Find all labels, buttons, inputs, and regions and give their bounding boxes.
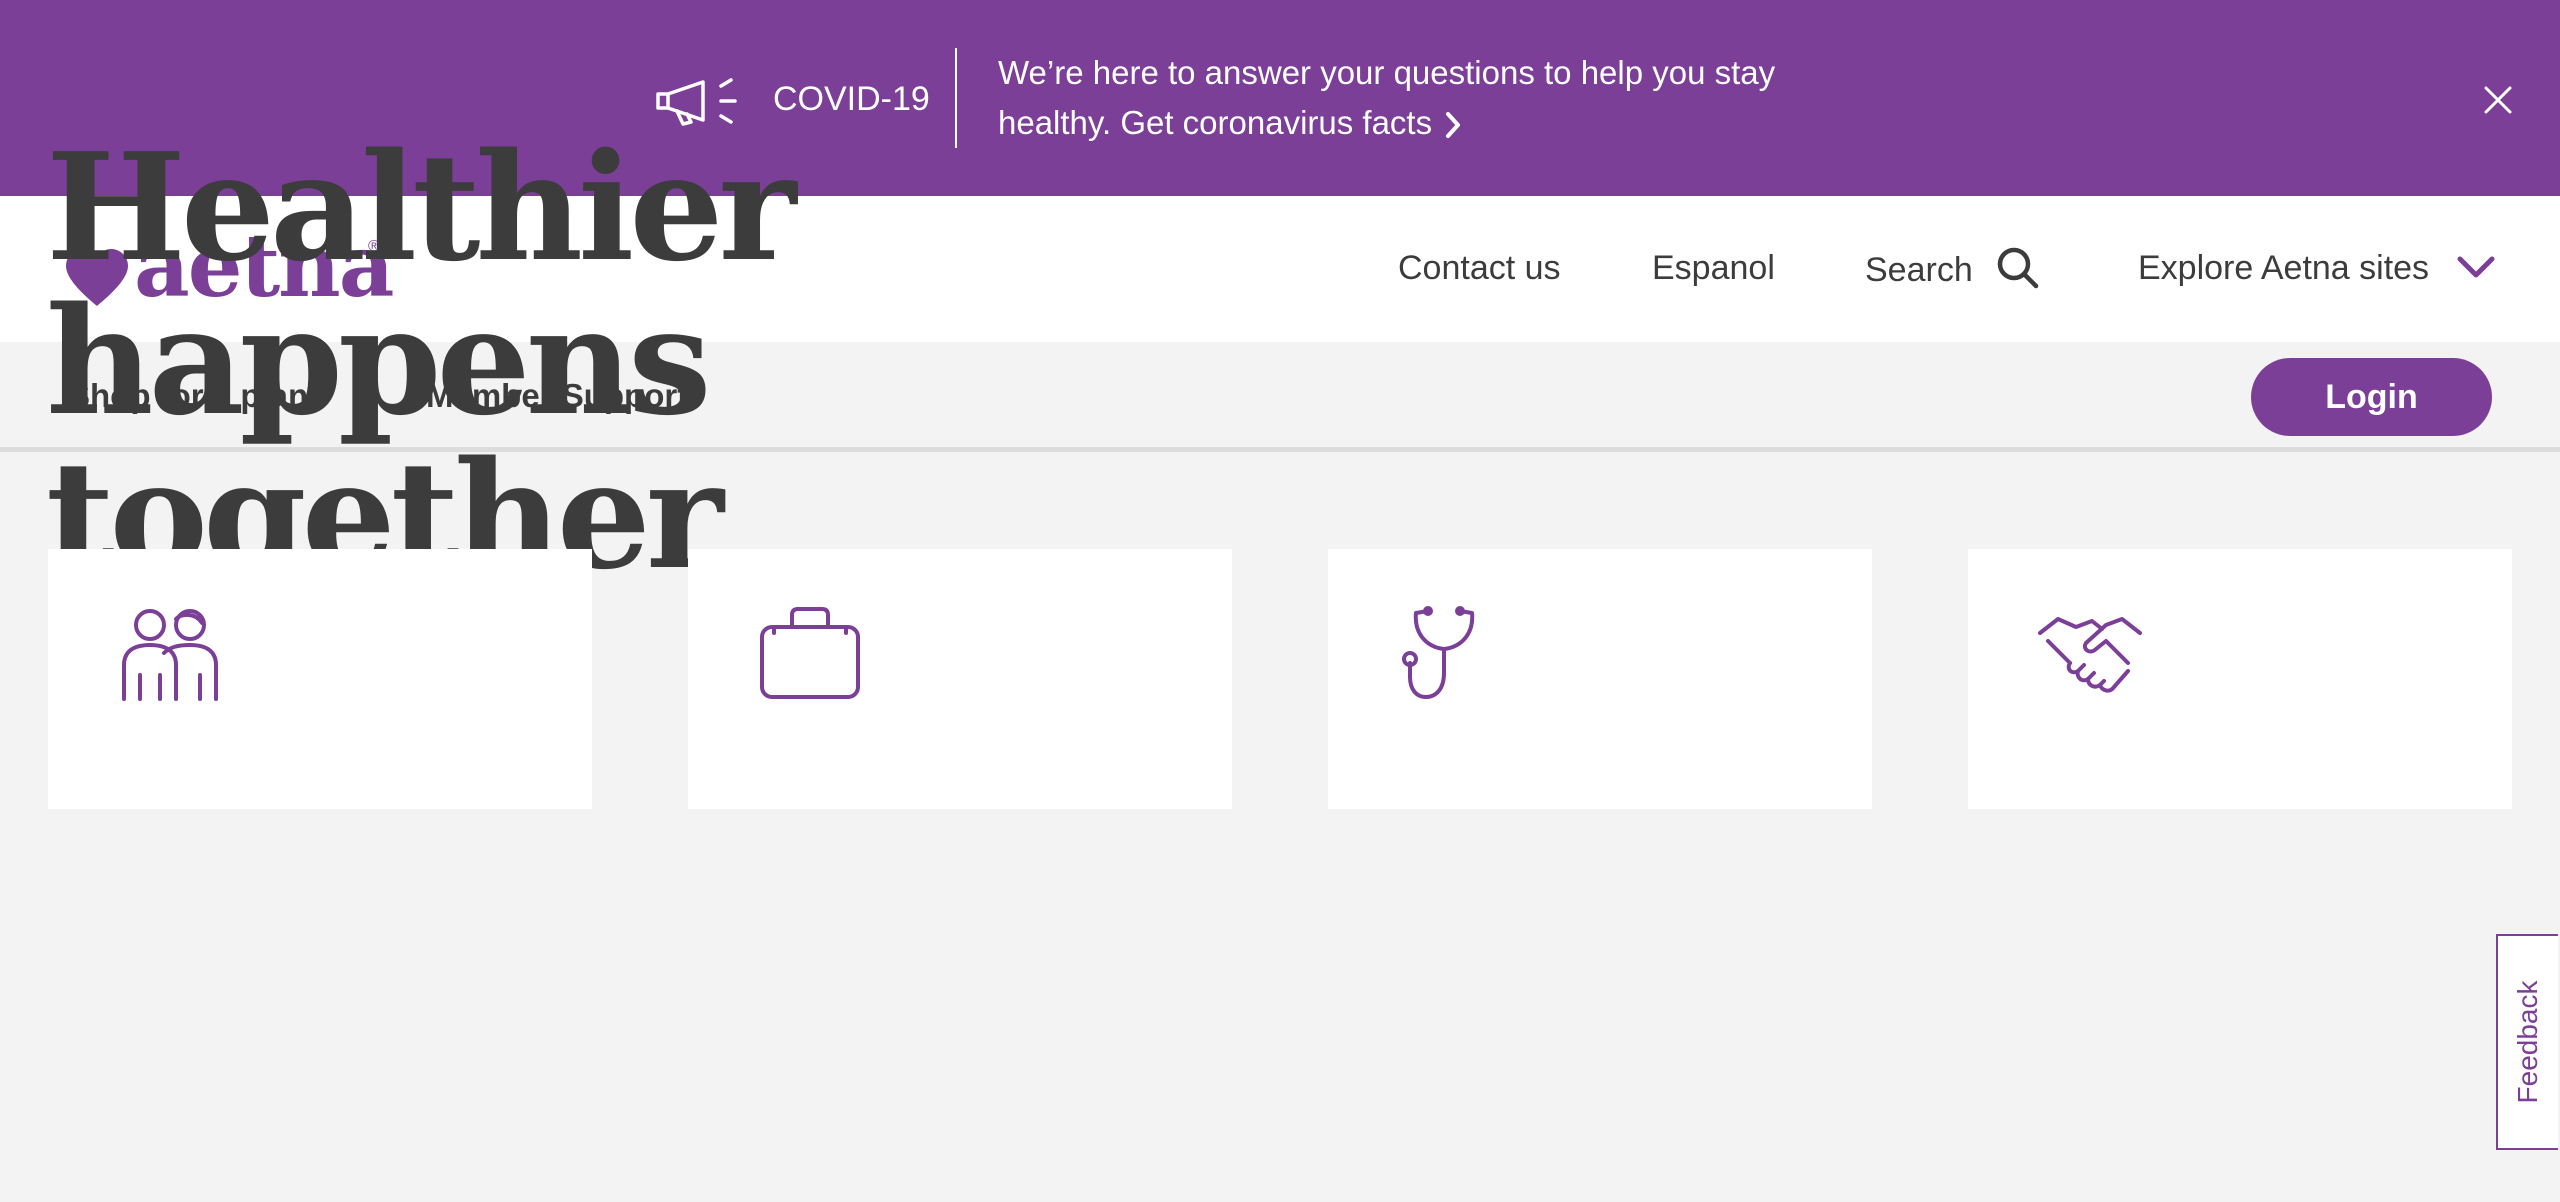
search-icon[interactable]	[1996, 246, 2040, 290]
megaphone-icon	[656, 78, 737, 126]
card-family[interactable]	[48, 549, 592, 809]
covid-label: COVID-19	[773, 80, 930, 118]
search-link[interactable]: Search	[1865, 250, 1973, 290]
chevron-down-icon[interactable]	[2456, 254, 2496, 280]
briefcase-icon	[760, 607, 860, 699]
hero-title-line1: Healthier happens	[46, 120, 796, 448]
card-employer[interactable]	[688, 549, 1232, 809]
feedback-label: Feedback	[2512, 980, 2543, 1104]
close-icon[interactable]	[2482, 84, 2514, 116]
login-button[interactable]: Login	[2251, 358, 2492, 436]
espanol-link[interactable]: Espanol	[1652, 248, 1775, 288]
stethoscope-icon	[1402, 606, 1475, 699]
card-broker[interactable]	[1968, 549, 2512, 809]
feedback-tab[interactable]: Feedback	[2496, 934, 2558, 1150]
card-provider[interactable]	[1328, 549, 1872, 809]
hero-title: Healthier happens together	[46, 130, 1446, 592]
chevron-right-icon	[1446, 112, 1461, 139]
family-icon	[122, 609, 218, 701]
explore-aetna-sites-link[interactable]: Explore Aetna sites	[2138, 248, 2429, 288]
handshake-icon	[2038, 617, 2142, 693]
